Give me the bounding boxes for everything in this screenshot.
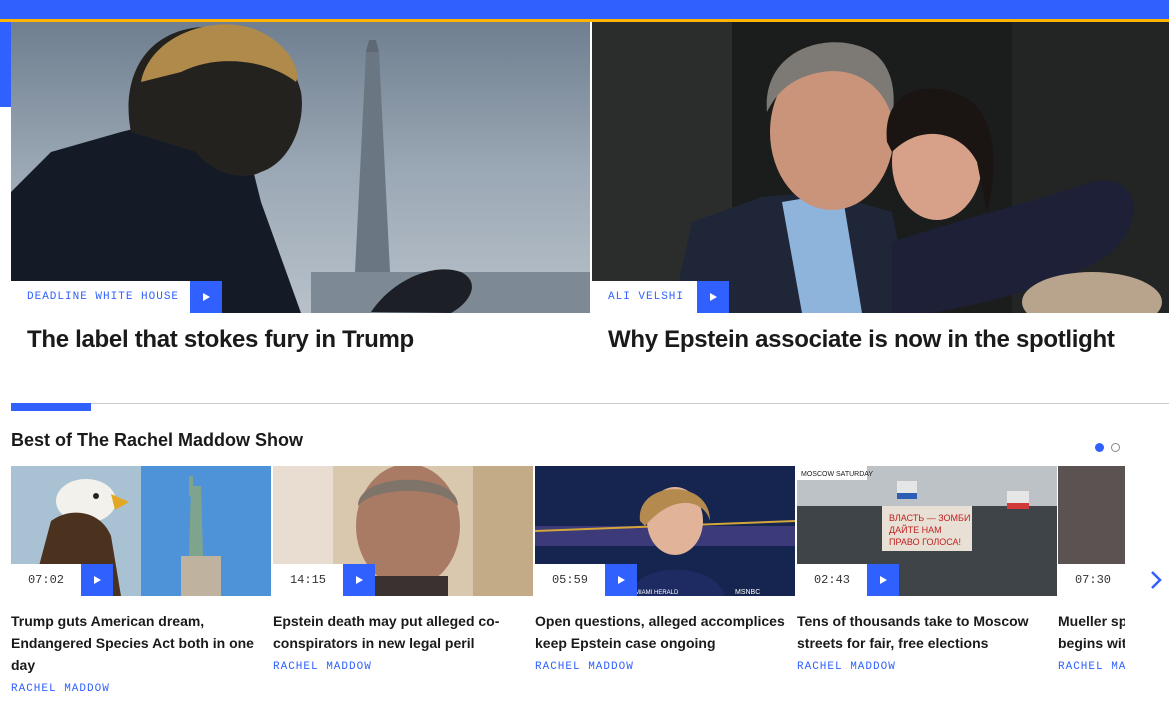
play-icon[interactable] (605, 564, 637, 596)
section-divider-accent (11, 403, 91, 411)
hero-show-tag[interactable]: ALI VELSHI (592, 281, 701, 313)
thumb-caption: MOSCOW SATURDAY (801, 471, 873, 478)
video-title[interactable]: Epstein death may put alleged co- conspi… (273, 610, 528, 654)
section-title[interactable]: Best of The Rachel Maddow Show (11, 430, 303, 451)
video-title-line[interactable]: day (11, 654, 266, 676)
pagination-dot-active[interactable] (1095, 443, 1104, 452)
video-card-5-clip[interactable]: 07:30 Mueller sp begins witl RACHEL MA (1058, 466, 1125, 714)
hero-image-epstein[interactable] (592, 22, 1169, 313)
top-brand-bar (0, 0, 1169, 19)
chevron-right-icon[interactable] (1146, 568, 1166, 592)
video-title-line[interactable]: Open questions, alleged accomplices (535, 610, 790, 632)
protest-sign-text: ДАЙТЕ НАМ (889, 524, 942, 535)
video-title-line[interactable]: begins witl (1058, 632, 1125, 654)
hero-show-label[interactable]: DEADLINE WHITE HOUSE (27, 281, 195, 313)
video-author[interactable]: RACHEL MADDOW (535, 661, 634, 673)
protest-sign-text: ПРАВО ГОЛОСА! (889, 537, 961, 547)
thumb-caption: MIAMI HERALD (635, 590, 679, 596)
video-title-line[interactable]: Endangered Species Act both in one (11, 632, 266, 654)
hero-show-label[interactable]: ALI VELSHI (608, 281, 700, 313)
video-duration: 02:43 (797, 564, 867, 596)
hero-card-1[interactable]: DEADLINE WHITE HOUSE (11, 22, 590, 313)
video-title-line[interactable]: Mueller sp (1058, 610, 1125, 632)
hero-show-tag[interactable]: DEADLINE WHITE HOUSE (11, 281, 196, 313)
video-title-line[interactable]: conspirators in new legal peril (273, 632, 528, 654)
video-title-line[interactable]: Trump guts American dream, (11, 610, 266, 632)
carousel-pagination (1095, 439, 1123, 457)
pagination-dot[interactable] (1111, 443, 1121, 452)
video-author[interactable]: RACHEL MADDOW (273, 661, 372, 673)
hero-card-2[interactable]: ALI VELSHI (592, 22, 1169, 313)
video-title-line[interactable]: streets for fair, free elections (797, 632, 1052, 654)
play-icon[interactable] (81, 564, 113, 596)
thumb-watermark: MSNBC (735, 589, 760, 596)
video-duration: 14:15 (273, 564, 343, 596)
hero-image-trump[interactable] (11, 22, 590, 313)
video-duration: 07:02 (11, 564, 81, 596)
play-icon[interactable] (343, 564, 375, 596)
video-author[interactable]: RACHEL MADDOW (11, 683, 110, 695)
video-title[interactable]: Tens of thousands take to Moscow streets… (797, 610, 1052, 654)
video-duration: 07:30 (1058, 564, 1125, 596)
video-author[interactable]: RACHEL MA (1058, 661, 1125, 673)
video-title[interactable]: Mueller sp begins witl (1058, 610, 1125, 654)
video-title[interactable]: Trump guts American dream, Endangered Sp… (11, 610, 266, 676)
play-icon[interactable] (867, 564, 899, 596)
hero-title-2[interactable]: Why Epstein associate is now in the spot… (608, 326, 1115, 354)
video-duration: 05:59 (535, 564, 605, 596)
hero-title-1[interactable]: The label that stokes fury in Trump (27, 326, 414, 354)
play-icon[interactable] (190, 281, 222, 313)
left-accent-block (0, 22, 11, 107)
video-author[interactable]: RACHEL MADDOW (797, 661, 896, 673)
video-title-line[interactable]: Epstein death may put alleged co- (273, 610, 528, 632)
video-title-line[interactable]: Tens of thousands take to Moscow (797, 610, 1052, 632)
section-divider (11, 403, 1169, 404)
protest-sign-text: ВЛАСТЬ — ЗОМБИ (889, 513, 970, 523)
video-title[interactable]: Open questions, alleged accomplices keep… (535, 610, 790, 654)
video-title-line[interactable]: keep Epstein case ongoing (535, 632, 790, 654)
play-icon[interactable] (697, 281, 729, 313)
